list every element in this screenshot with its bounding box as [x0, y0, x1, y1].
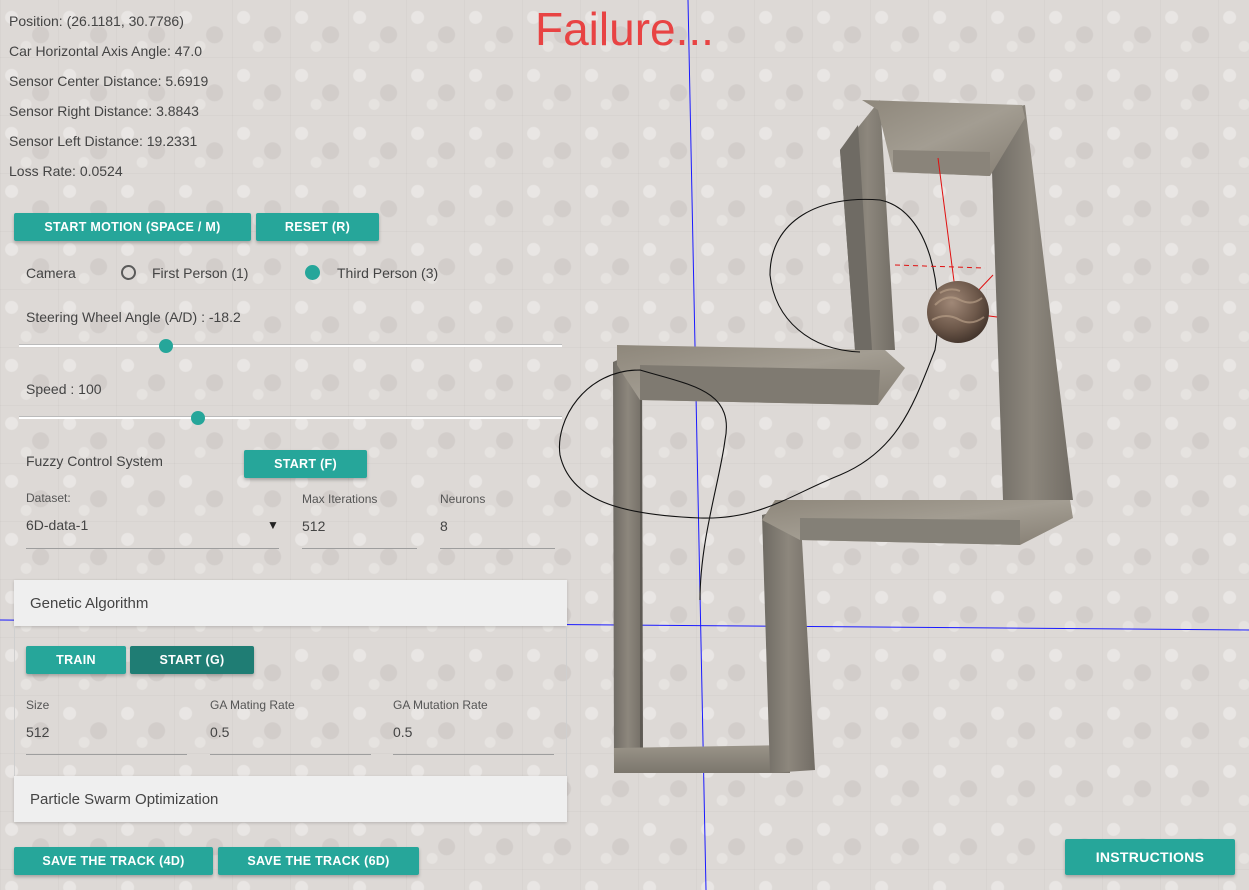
fuzzy-start-button[interactable]: START (F) [244, 450, 367, 478]
wall-lower-right-horizontal [762, 500, 1073, 545]
loss-rate-readout: Loss Rate: 0.0524 [9, 163, 123, 179]
ga-size-input[interactable]: 512 [26, 724, 49, 740]
car-angle-readout: Car Horizontal Axis Angle: 47.0 [9, 43, 202, 59]
dataset-underline [26, 548, 279, 549]
sensor-center-readout: Sensor Center Distance: 5.6919 [9, 73, 209, 89]
reset-button[interactable]: RESET (R) [256, 213, 379, 241]
first-person-label[interactable]: First Person (1) [152, 265, 248, 281]
speed-label: Speed : 100 [26, 381, 102, 397]
ga-mating-underline [210, 754, 371, 755]
fuzzy-title: Fuzzy Control System [26, 453, 163, 469]
camera-label: Camera [26, 265, 76, 281]
genetic-algorithm-header[interactable]: Genetic Algorithm [14, 580, 567, 626]
speed-slider-track[interactable] [19, 416, 562, 419]
ga-size-underline [26, 754, 187, 755]
wall-middle-vertical [762, 505, 815, 773]
save-track-4d-button[interactable]: SAVE THE TRACK (4D) [14, 847, 213, 875]
sensor-axis-dashed [894, 264, 986, 269]
genetic-algorithm-title: Genetic Algorithm [30, 594, 149, 612]
sensor-left-readout: Sensor Left Distance: 19.2331 [9, 133, 198, 149]
ga-mutation-label: GA Mutation Rate [393, 698, 488, 712]
sensor-right-readout: Sensor Right Distance: 3.8843 [9, 103, 199, 119]
ga-mating-label: GA Mating Rate [210, 698, 295, 712]
start-motion-button[interactable]: START MOTION (SPACE / M) [14, 213, 251, 241]
ga-train-button[interactable]: TRAIN [26, 646, 126, 674]
max-iterations-label: Max Iterations [302, 492, 378, 506]
position-readout: Position: (26.1181, 30.7786) [9, 13, 184, 29]
neurons-label: Neurons [440, 492, 486, 506]
steering-slider-thumb[interactable] [158, 339, 173, 353]
neurons-underline [440, 548, 555, 549]
ga-mutation-underline [393, 754, 554, 755]
neurons-input[interactable]: 8 [440, 518, 448, 534]
pso-title: Particle Swarm Optimization [30, 790, 219, 808]
wall-bottom [614, 745, 790, 773]
wall-left-vertical [613, 350, 643, 773]
pso-header[interactable]: Particle Swarm Optimization [14, 776, 567, 822]
first-person-radio[interactable] [121, 265, 136, 280]
max-iterations-input[interactable]: 512 [302, 518, 325, 534]
ga-mating-input[interactable]: 0.5 [210, 724, 229, 740]
ga-size-label: Size [26, 698, 50, 712]
dataset-select[interactable]: 6D-data-1 [26, 517, 88, 533]
max-iterations-underline [302, 548, 417, 549]
instructions-button[interactable]: INSTRUCTIONS [1065, 839, 1235, 875]
steering-slider-track[interactable] [19, 344, 562, 347]
ga-start-button[interactable]: START (G) [130, 646, 254, 674]
third-person-radio[interactable] [305, 265, 320, 280]
steering-label: Steering Wheel Angle (A/D) : -18.2 [26, 309, 241, 325]
result-message: Failure... [535, 3, 714, 55]
car-ball [927, 281, 989, 343]
status-panel: Position: (26.1181, 30.7786) Car Horizon… [9, 12, 208, 192]
wall-upper-right-vertical [990, 105, 1073, 500]
third-person-label[interactable]: Third Person (3) [337, 265, 438, 281]
ga-mutation-input[interactable]: 0.5 [393, 724, 412, 740]
wall-middle-horizontal [617, 345, 905, 405]
save-track-6d-button[interactable]: SAVE THE TRACK (6D) [218, 847, 419, 875]
dataset-label: Dataset: [26, 491, 71, 505]
dropdown-caret-icon[interactable]: ▼ [267, 518, 279, 532]
